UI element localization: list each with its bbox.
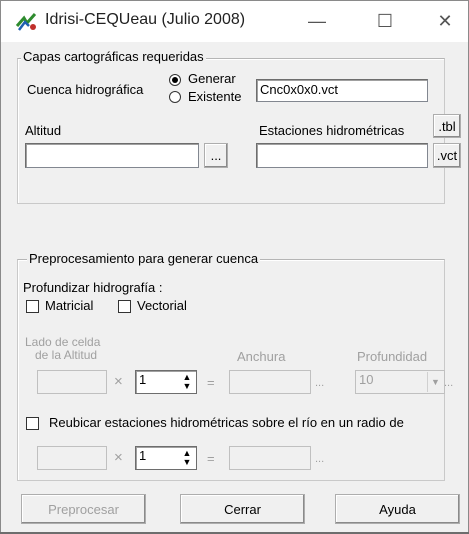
estaciones-label: Estaciones hidrométricas (259, 123, 405, 138)
preproc-legend: Preprocesamiento para generar cuenca (27, 251, 261, 266)
multiplier-stepper-1[interactable]: 1 ▲ ▼ (135, 370, 197, 394)
anchura-ellipsis: ... (315, 377, 325, 389)
radio-ellipsis: ... (315, 453, 325, 465)
dialog-window: Idrisi-CEQUeau (Julio 2008) — ☐ ✕ Capas … (0, 0, 469, 534)
radio-result-input (229, 446, 311, 470)
cuenca-file-input[interactable]: Cnc0x0x0.vct (256, 79, 428, 102)
reubicar-checkbox[interactable] (26, 417, 39, 430)
chevron-down-icon: ▼ (427, 372, 443, 392)
ayuda-button[interactable]: Ayuda (335, 494, 460, 524)
title-bar[interactable]: Idrisi-CEQUeau (Julio 2008) — ☐ ✕ (1, 1, 468, 42)
equals-symbol-2: = (207, 451, 215, 466)
reubicar-label[interactable]: Reubicar estaciones hidrométricas sobre … (49, 415, 404, 430)
altitud-input[interactable] (25, 143, 199, 168)
anchura-label: Anchura (237, 349, 286, 364)
preprocesar-button[interactable]: Preprocesar (21, 494, 146, 524)
times-symbol-2: × (114, 449, 123, 466)
equals-symbol-1: = (207, 375, 215, 390)
maximize-icon: ☐ (376, 10, 394, 31)
times-symbol-1: × (114, 373, 123, 390)
profundidad-value: 10 (359, 372, 374, 387)
vectorial-checkbox[interactable] (118, 300, 131, 313)
profundidad-label: Profundidad (357, 349, 428, 364)
lado-label-1: Lado de celda (25, 335, 101, 349)
app-icon (15, 13, 37, 31)
existente-label[interactable]: Existente (188, 89, 241, 104)
profundidad-select: 10 ▼ (355, 370, 445, 394)
tbl-button[interactable]: .tbl (433, 114, 461, 138)
matricial-label[interactable]: Matricial (45, 298, 93, 313)
lado-celda-input (37, 370, 107, 394)
minimize-button[interactable]: — (305, 9, 329, 33)
generar-label[interactable]: Generar (188, 71, 236, 86)
capas-legend: Capas cartográficas requeridas (21, 49, 206, 64)
anchura-input (229, 370, 311, 394)
altitud-browse-button[interactable]: ... (204, 143, 228, 168)
lado-label-2: de la Altitud (35, 348, 98, 362)
estaciones-input[interactable] (256, 143, 428, 168)
vct-button[interactable]: .vct (433, 143, 461, 168)
close-icon: ✕ (437, 10, 453, 31)
profundizar-label: Profundizar hidrografía : (23, 280, 163, 295)
multiplier-stepper-2[interactable]: 1 ▲ ▼ (135, 446, 197, 470)
up-down-arrows-icon[interactable]: ▲ ▼ (179, 372, 195, 392)
radio-base-input (37, 446, 107, 470)
close-button[interactable]: ✕ (433, 9, 457, 33)
multiplier-value-1: 1 (139, 372, 147, 387)
up-down-arrows-icon[interactable]: ▲ ▼ (179, 448, 195, 468)
altitud-label: Altitud (25, 123, 62, 138)
cerrar-button[interactable]: Cerrar (180, 494, 305, 524)
minimize-icon: — (308, 10, 326, 31)
cuenca-label: Cuenca hidrográfica (27, 82, 144, 97)
multiplier-value-2: 1 (139, 448, 147, 463)
maximize-button[interactable]: ☐ (373, 9, 397, 33)
window-title: Idrisi-CEQUeau (Julio 2008) (45, 11, 246, 28)
generar-radio[interactable] (169, 74, 181, 86)
vectorial-label[interactable]: Vectorial (137, 298, 187, 313)
existente-radio[interactable] (169, 91, 181, 103)
profundidad-ellipsis: ... (444, 377, 454, 389)
matricial-checkbox[interactable] (26, 300, 39, 313)
